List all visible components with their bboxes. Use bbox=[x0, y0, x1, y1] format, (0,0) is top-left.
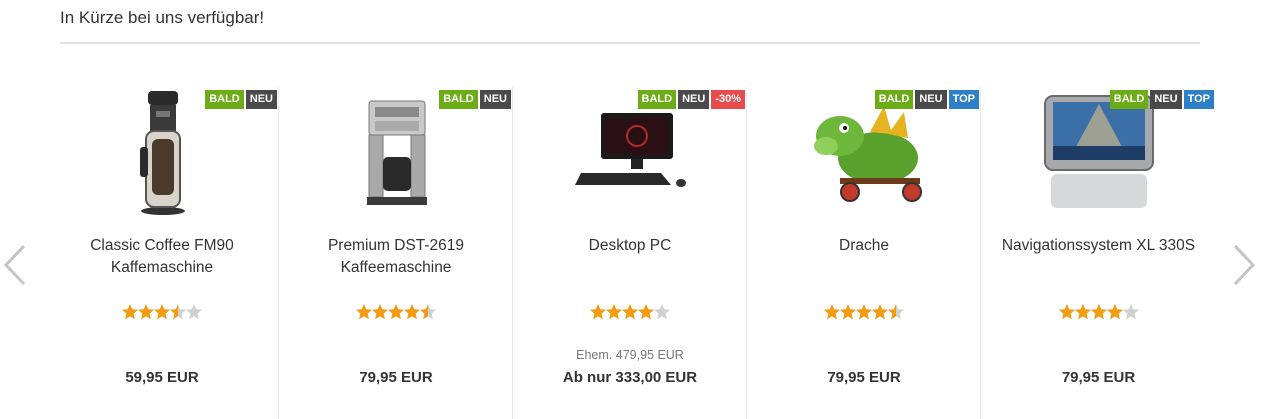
star-icon bbox=[122, 304, 138, 320]
star-icon bbox=[388, 304, 404, 320]
badge-neu: NEU bbox=[678, 90, 710, 109]
product-name[interactable]: Navigationssystem XL 330S bbox=[992, 235, 1205, 257]
old-price: Ehem. 479,95 EUR bbox=[576, 348, 684, 362]
badge-discount: -30% bbox=[711, 90, 745, 109]
badge-bald: BALD bbox=[439, 90, 478, 109]
star-icon bbox=[824, 304, 840, 320]
divider bbox=[60, 42, 1200, 44]
product-name[interactable]: Classic Coffee FM90 Kaffemaschine bbox=[56, 235, 268, 279]
star-icon bbox=[1058, 304, 1075, 320]
star-icon bbox=[1090, 304, 1107, 320]
star-icon bbox=[888, 304, 904, 320]
star-icon bbox=[138, 304, 154, 320]
badge-top: TOP bbox=[948, 90, 979, 109]
star-icon bbox=[356, 304, 372, 320]
rating-stars-svg bbox=[1058, 304, 1139, 320]
star-icon bbox=[872, 304, 888, 320]
badge-group: BALD NEU -30% bbox=[637, 90, 745, 109]
carousel-prev-button[interactable] bbox=[2, 244, 28, 286]
rating-stars bbox=[46, 303, 278, 321]
chevron-right-icon bbox=[1233, 244, 1256, 286]
star-icon bbox=[622, 304, 638, 320]
rating-stars bbox=[280, 303, 512, 321]
star-icon bbox=[372, 304, 388, 320]
badge-bald: BALD bbox=[205, 90, 244, 109]
badge-bald: BALD bbox=[1109, 90, 1149, 109]
product-price: Ab nur 333,00 EUR bbox=[562, 369, 698, 386]
star-icon bbox=[1122, 304, 1139, 320]
product-card[interactable]: BALD NEU -30% Desktop PC Ehem. 479,95 EU… bbox=[514, 86, 747, 419]
product-name[interactable]: Drache bbox=[758, 235, 970, 257]
rating-stars-svg bbox=[122, 304, 202, 320]
rating-stars-svg bbox=[590, 304, 670, 320]
star-icon bbox=[840, 304, 856, 320]
star-icon bbox=[856, 304, 872, 320]
badge-group: BALD NEU bbox=[205, 90, 277, 109]
star-icon bbox=[404, 304, 420, 320]
badge-bald: BALD bbox=[874, 90, 914, 109]
product-slider: BALD NEU Classic Coffee FM90 Kaffemaschi… bbox=[46, 86, 1216, 419]
product-price: 59,95 EUR bbox=[125, 369, 199, 386]
star-icon bbox=[654, 304, 670, 320]
rating-stars bbox=[748, 303, 980, 321]
chevron-left-icon bbox=[3, 244, 26, 286]
star-icon bbox=[1106, 304, 1123, 320]
product-card[interactable]: BALD NEU TOP Drache 79,95 EUR bbox=[748, 86, 981, 419]
star-icon bbox=[606, 304, 622, 320]
rating-stars-svg bbox=[824, 304, 904, 320]
section-heading: In Kürze bei uns verfügbar! bbox=[60, 8, 265, 27]
product-name[interactable]: Premium DST-2619 Kaffeemaschine bbox=[290, 235, 502, 279]
badge-neu: NEU bbox=[479, 90, 511, 109]
carousel-next-button[interactable] bbox=[1231, 244, 1257, 286]
rating-stars bbox=[982, 303, 1215, 321]
star-icon bbox=[1074, 304, 1091, 320]
rating-stars-svg bbox=[356, 304, 436, 320]
star-icon bbox=[170, 304, 186, 320]
badge-neu: NEU bbox=[1150, 90, 1182, 109]
badge-group: BALD NEU TOP bbox=[874, 90, 979, 109]
badge-bald: BALD bbox=[637, 90, 677, 109]
badge-group: BALD NEU bbox=[439, 90, 511, 109]
badge-top: TOP bbox=[1183, 90, 1214, 109]
star-icon bbox=[590, 304, 606, 320]
product-card[interactable]: BALD NEU Premium DST-2619 Kaffeemaschine… bbox=[280, 86, 513, 419]
product-name[interactable]: Desktop PC bbox=[524, 235, 736, 257]
star-icon bbox=[186, 304, 202, 320]
rating-stars bbox=[514, 303, 746, 321]
product-price: 79,95 EUR bbox=[827, 369, 901, 386]
badge-neu: NEU bbox=[915, 90, 947, 109]
star-icon bbox=[154, 304, 170, 320]
product-price: 79,95 EUR bbox=[1061, 369, 1136, 386]
star-icon bbox=[420, 304, 436, 320]
product-price: 79,95 EUR bbox=[359, 369, 433, 386]
product-card[interactable]: BALD NEU Classic Coffee FM90 Kaffemaschi… bbox=[46, 86, 279, 419]
product-card[interactable]: BALD NEU TOP Navigationssystem XL 330S 7… bbox=[982, 86, 1215, 419]
star-icon bbox=[638, 304, 654, 320]
badge-neu: NEU bbox=[245, 90, 277, 109]
badge-group: BALD NEU TOP bbox=[1109, 90, 1214, 109]
